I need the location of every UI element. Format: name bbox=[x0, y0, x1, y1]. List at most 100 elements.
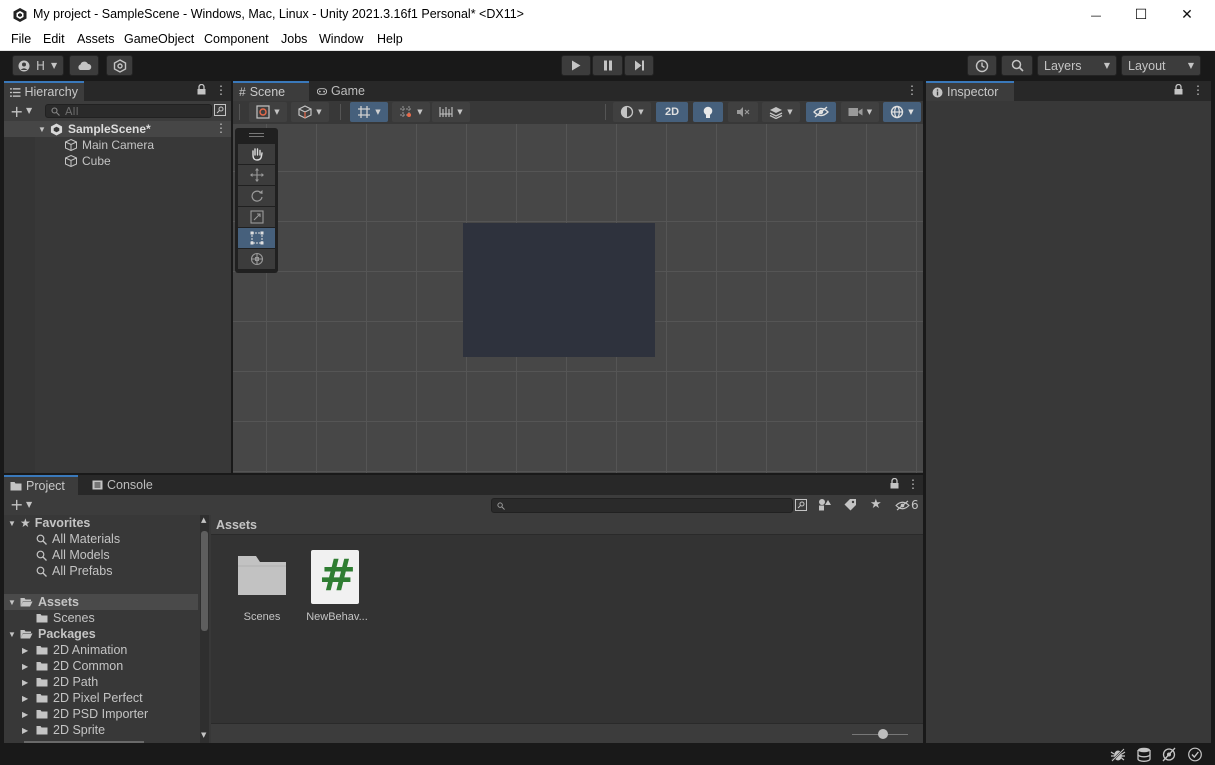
expand-arrow-icon[interactable]: ▶ bbox=[22, 678, 36, 687]
hierarchy-item-main-camera[interactable]: Main Camera bbox=[4, 137, 231, 153]
breadcrumb[interactable]: Assets bbox=[216, 518, 257, 532]
menu-gameobject[interactable]: GameObject bbox=[124, 32, 194, 46]
chevron-down-icon[interactable]: ▼ bbox=[26, 500, 32, 509]
tab-inspector[interactable]: Inspector bbox=[926, 81, 1014, 101]
audio-toggle[interactable] bbox=[728, 102, 758, 122]
rotate-tool-button[interactable] bbox=[238, 186, 275, 206]
favorite-item[interactable]: All Materials bbox=[36, 531, 120, 547]
shading-mode-dropdown[interactable]: ▼ bbox=[613, 102, 651, 122]
folder-tree-scrollbar[interactable]: ▲ ▼ bbox=[200, 515, 209, 743]
scrollbar-thumb[interactable] bbox=[201, 531, 208, 631]
asset-item-scenes[interactable]: Scenes bbox=[231, 549, 287, 627]
more-options-icon[interactable]: ⋮ bbox=[906, 83, 918, 97]
package-item[interactable]: ▶ 2D Common bbox=[22, 658, 123, 674]
overlay-handle[interactable] bbox=[249, 133, 264, 134]
hierarchy-search-input[interactable]: All bbox=[45, 104, 212, 118]
package-item[interactable]: ▶ 2D Pixel Perfect bbox=[22, 690, 143, 706]
scene-row[interactable]: ▼ SampleScene* ⋮ bbox=[4, 121, 231, 137]
lighting-toggle[interactable] bbox=[693, 102, 723, 122]
auto-generate-lighting-icon[interactable] bbox=[1161, 747, 1177, 762]
undo-history-button[interactable] bbox=[967, 55, 997, 76]
create-add-icon[interactable]: + bbox=[10, 102, 23, 121]
icon-size-slider-handle[interactable] bbox=[878, 729, 888, 739]
tab-hierarchy[interactable]: Hierarchy bbox=[4, 81, 84, 101]
cloud-button[interactable] bbox=[69, 55, 99, 76]
hierarchy-item-cube[interactable]: Cube bbox=[4, 153, 231, 169]
filter-by-type-icon[interactable] bbox=[818, 498, 832, 511]
package-item[interactable]: ▶ 2D Sprite bbox=[22, 722, 105, 738]
more-options-icon[interactable]: ⋮ bbox=[215, 121, 227, 135]
minimize-button[interactable]: — bbox=[1073, 0, 1119, 30]
draw-mode-dropdown[interactable]: ▼ bbox=[249, 102, 287, 122]
account-dropdown[interactable]: H ▼ bbox=[12, 55, 64, 76]
ruler-dropdown[interactable]: ▼ bbox=[432, 102, 470, 122]
menu-component[interactable]: Component bbox=[204, 32, 269, 46]
play-button[interactable] bbox=[561, 55, 591, 76]
tab-project[interactable]: Project bbox=[4, 475, 78, 495]
expand-arrow-icon[interactable]: ▼ bbox=[8, 519, 20, 528]
move-tool-button[interactable] bbox=[238, 165, 275, 185]
gizmos-dropdown[interactable]: ▼ bbox=[883, 102, 921, 122]
2d-mode-toggle[interactable]: 2D bbox=[656, 102, 688, 122]
favorite-item[interactable]: All Prefabs bbox=[36, 563, 112, 579]
more-options-icon[interactable]: ⋮ bbox=[907, 477, 919, 491]
expand-arrow-icon[interactable]: ▼ bbox=[8, 630, 20, 639]
collab-button[interactable] bbox=[106, 55, 133, 76]
favorites-header[interactable]: ▼ ★ Favorites bbox=[8, 515, 90, 531]
scene-view-mode-dropdown[interactable]: ▼ bbox=[291, 102, 329, 122]
menu-help[interactable]: Help bbox=[377, 32, 403, 46]
hidden-packages-toggle[interactable]: 6 bbox=[895, 498, 919, 512]
packages-folder-row[interactable]: ▼ Packages bbox=[8, 626, 96, 642]
transform-tool-button[interactable] bbox=[238, 249, 275, 269]
expand-arrow-icon[interactable]: ▶ bbox=[22, 694, 36, 703]
progress-check-icon[interactable] bbox=[1187, 747, 1203, 762]
expand-arrow-icon[interactable]: ▶ bbox=[22, 662, 36, 671]
menu-assets[interactable]: Assets bbox=[77, 32, 115, 46]
expand-arrow-icon[interactable]: ▼ bbox=[8, 598, 20, 607]
chevron-down-icon[interactable]: ▼ bbox=[26, 106, 32, 115]
bug-report-icon[interactable] bbox=[1110, 747, 1126, 762]
scale-tool-button[interactable] bbox=[238, 207, 275, 227]
camera-settings-dropdown[interactable]: ▼ bbox=[841, 102, 879, 122]
search-by-type-icon[interactable] bbox=[795, 499, 807, 511]
lock-icon[interactable] bbox=[1174, 84, 1183, 95]
scroll-down-icon[interactable]: ▼ bbox=[201, 731, 206, 739]
menu-window[interactable]: Window bbox=[319, 32, 363, 46]
menu-edit[interactable]: Edit bbox=[43, 32, 65, 46]
layout-dropdown[interactable]: Layout ▼ bbox=[1121, 55, 1201, 76]
scroll-up-icon[interactable]: ▲ bbox=[201, 516, 206, 524]
effects-dropdown[interactable]: ▼ bbox=[762, 102, 800, 122]
overlay-handle[interactable] bbox=[249, 136, 264, 137]
expand-arrow-icon[interactable]: ▶ bbox=[22, 646, 36, 655]
package-item[interactable]: ▶ 2D Animation bbox=[22, 642, 127, 658]
assets-folder-row[interactable]: ▼ Assets bbox=[4, 594, 198, 610]
lock-icon[interactable] bbox=[197, 84, 206, 95]
maximize-button[interactable]: ☐ bbox=[1118, 0, 1164, 30]
tab-console[interactable]: Console bbox=[86, 475, 162, 495]
cache-server-icon[interactable] bbox=[1136, 747, 1152, 762]
folder-item-scenes[interactable]: Scenes bbox=[36, 610, 95, 626]
pause-button[interactable] bbox=[592, 55, 623, 76]
package-item[interactable]: ▶ 2D Path bbox=[22, 674, 98, 690]
more-options-icon[interactable]: ⋮ bbox=[1192, 83, 1204, 97]
menu-jobs[interactable]: Jobs bbox=[281, 32, 307, 46]
layers-dropdown[interactable]: Layers ▼ bbox=[1037, 55, 1117, 76]
expand-arrow-icon[interactable]: ▶ bbox=[22, 710, 36, 719]
rect-tool-button[interactable] bbox=[238, 228, 275, 248]
favorite-star-icon[interactable]: ★ bbox=[870, 497, 882, 512]
create-add-icon[interactable]: + bbox=[10, 495, 23, 514]
scene-visibility-toggle[interactable] bbox=[806, 102, 836, 122]
grid-snapping-toggle[interactable]: ▼ bbox=[350, 102, 388, 122]
package-item[interactable]: ▶ 2D PSD Importer bbox=[22, 706, 148, 722]
step-button[interactable] bbox=[624, 55, 654, 76]
expand-arrow-icon[interactable]: ▼ bbox=[38, 125, 50, 134]
more-options-icon[interactable]: ⋮ bbox=[215, 83, 227, 97]
increment-snap-dropdown[interactable]: ▼ bbox=[392, 102, 430, 122]
search-options-icon[interactable] bbox=[214, 104, 226, 116]
hand-tool-button[interactable] bbox=[238, 144, 275, 164]
lock-icon[interactable] bbox=[890, 478, 899, 489]
search-button[interactable] bbox=[1001, 55, 1033, 76]
asset-item-newbehaviour[interactable]: # NewBehav... bbox=[306, 549, 376, 627]
expand-arrow-icon[interactable]: ▶ bbox=[22, 726, 36, 735]
tab-game[interactable]: Game bbox=[311, 81, 371, 101]
